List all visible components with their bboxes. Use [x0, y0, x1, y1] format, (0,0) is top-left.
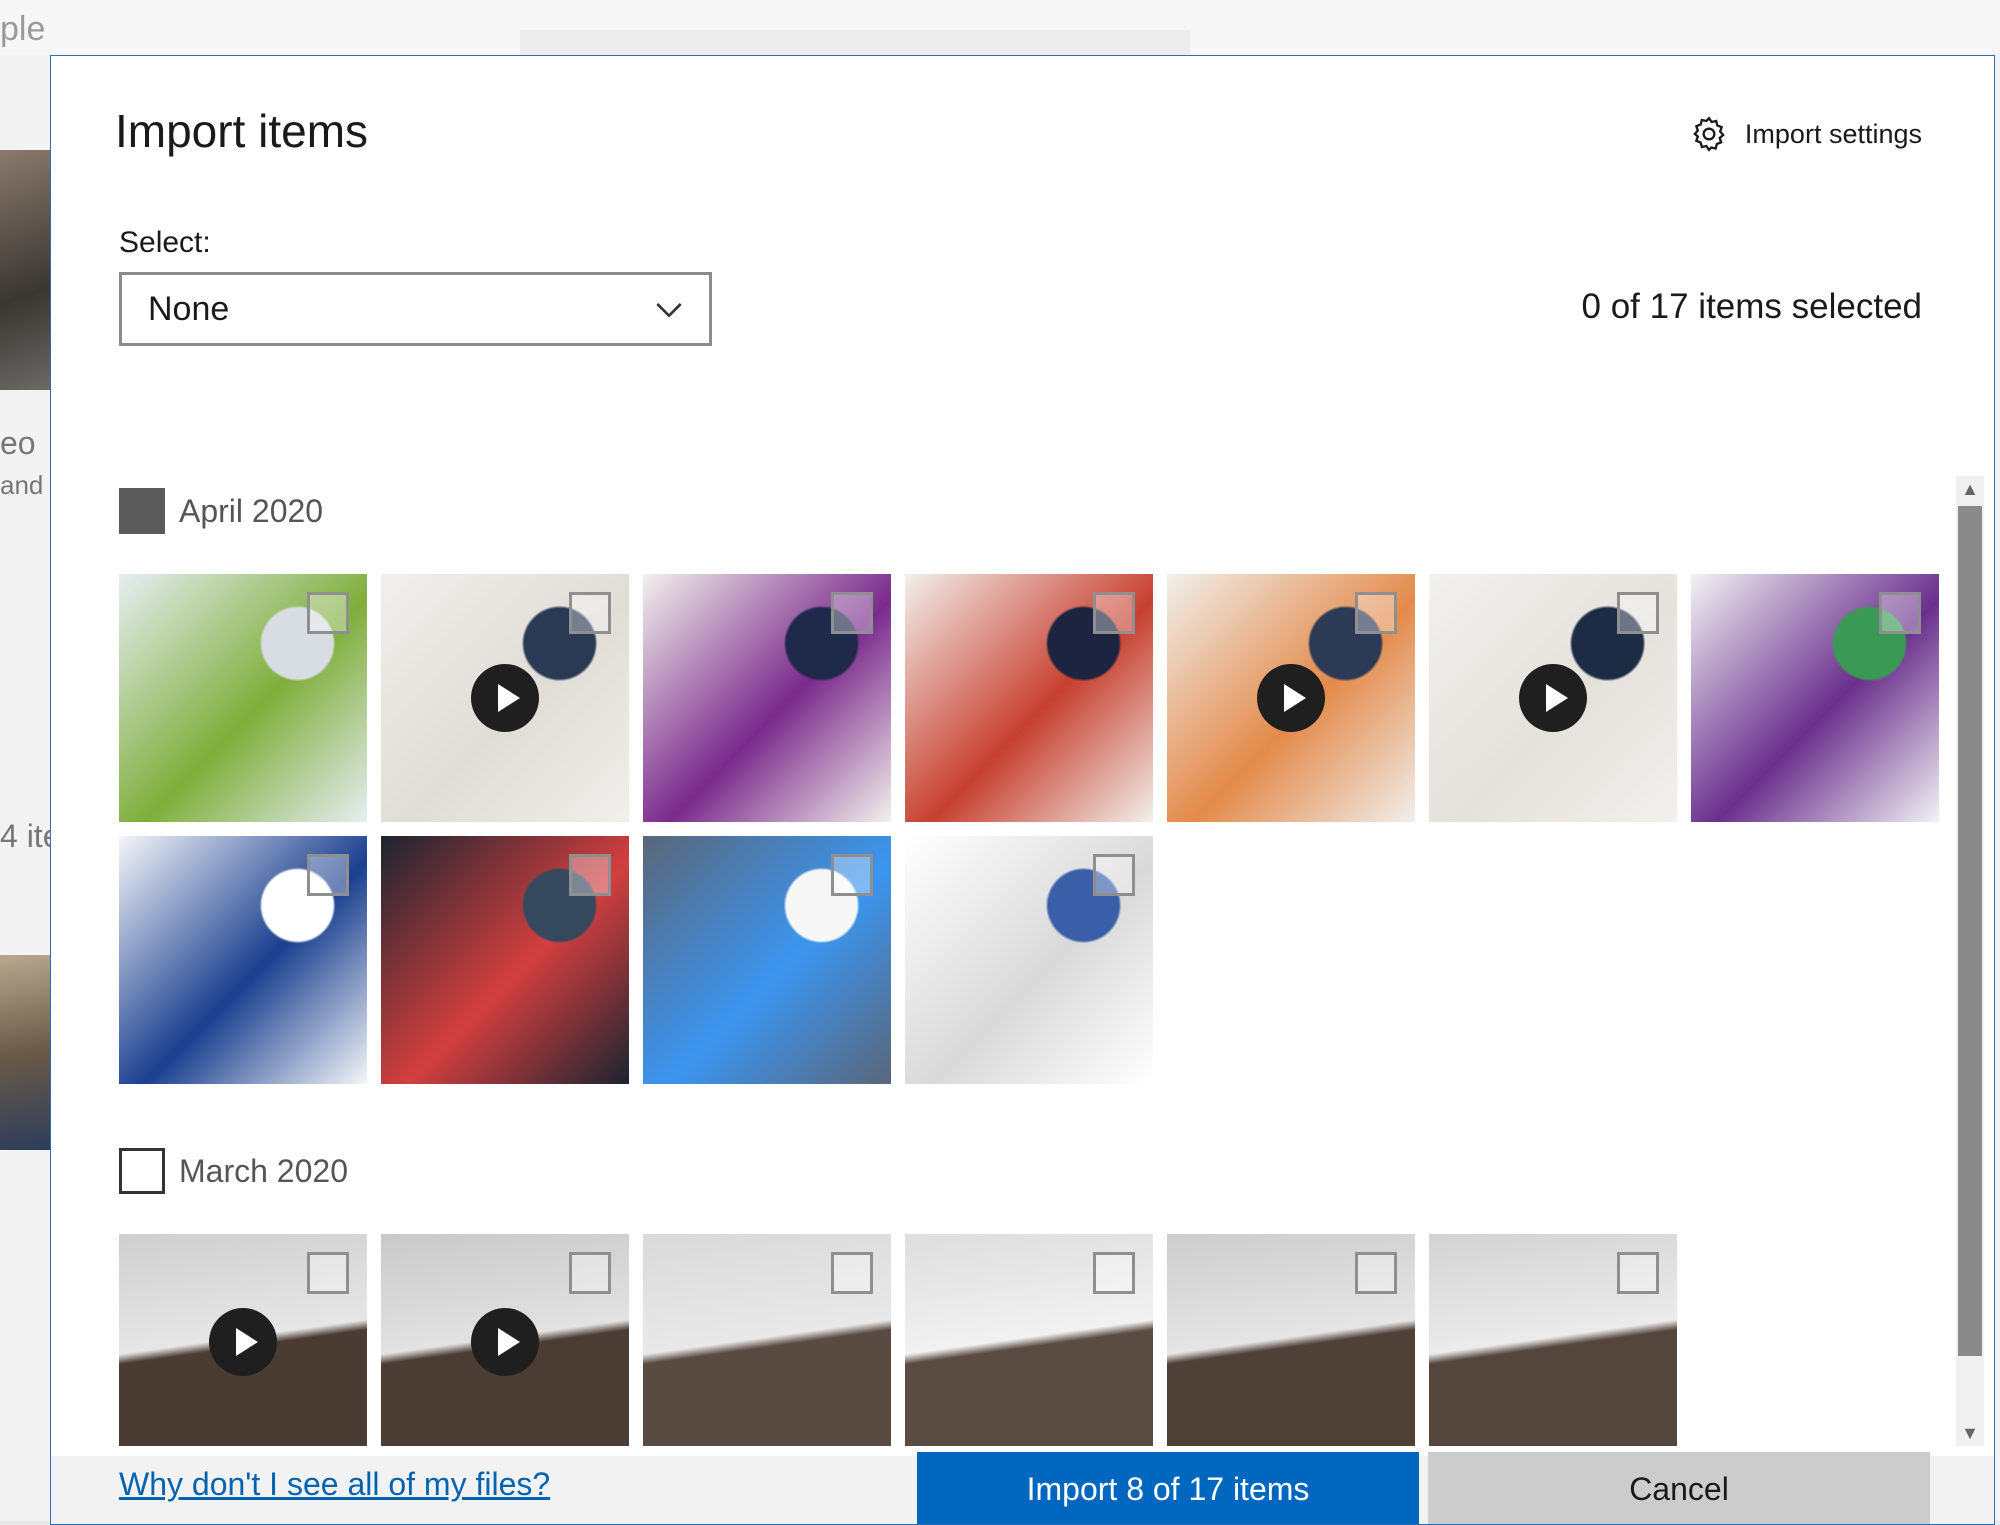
photo-thumbnail[interactable] — [1429, 1234, 1677, 1446]
background-photo — [0, 150, 52, 390]
help-link[interactable]: Why don't I see all of my files? — [119, 1466, 550, 1503]
photo-thumbnail[interactable] — [119, 574, 367, 822]
gear-icon — [1693, 116, 1725, 152]
video-thumbnail[interactable] — [119, 1234, 367, 1446]
group-checkbox-april[interactable] — [119, 488, 165, 534]
thumbnail-checkbox[interactable] — [307, 854, 349, 896]
photo-thumbnail[interactable] — [905, 1234, 1153, 1446]
play-icon — [1519, 664, 1587, 732]
thumbnail-checkbox[interactable] — [831, 592, 873, 634]
thumbnail-checkbox[interactable] — [1093, 854, 1135, 896]
thumbnail-checkbox[interactable] — [831, 854, 873, 896]
thumbnail-scroll-area: April 2020 March 2020 — [51, 416, 1994, 1446]
background-photo — [0, 955, 52, 1150]
photo-thumbnail[interactable] — [119, 836, 367, 1084]
background-text: eo — [0, 425, 36, 461]
thumbnail-checkbox[interactable] — [831, 1252, 873, 1294]
thumbnail-checkbox[interactable] — [1617, 1252, 1659, 1294]
play-icon — [209, 1308, 277, 1376]
photo-thumbnail[interactable] — [643, 836, 891, 1084]
thumbnail-checkbox[interactable] — [307, 1252, 349, 1294]
play-icon — [471, 1308, 539, 1376]
photo-thumbnail[interactable] — [1167, 1234, 1415, 1446]
select-value: None — [148, 289, 230, 328]
thumbnail-checkbox[interactable] — [1355, 1252, 1397, 1294]
thumbnail-checkbox[interactable] — [569, 854, 611, 896]
photo-thumbnail[interactable] — [905, 574, 1153, 822]
select-dropdown[interactable]: None — [119, 272, 712, 346]
cancel-button[interactable]: Cancel — [1428, 1452, 1930, 1524]
select-label: Select: — [119, 226, 211, 259]
thumbnail-checkbox[interactable] — [1617, 592, 1659, 634]
video-thumbnail[interactable] — [1167, 574, 1415, 822]
video-thumbnail[interactable] — [1429, 574, 1677, 822]
chevron-down-icon — [656, 303, 682, 318]
thumbnail-checkbox[interactable] — [1093, 1252, 1135, 1294]
import-settings-button[interactable]: Import settings — [1689, 114, 1922, 154]
thumbnail-checkbox[interactable] — [1093, 592, 1135, 634]
scrollbar-thumb[interactable] — [1958, 506, 1982, 1356]
vertical-scrollbar[interactable]: ▲ ▼ — [1956, 476, 1984, 1446]
thumbnail-checkbox[interactable] — [569, 592, 611, 634]
import-settings-label: Import settings — [1744, 118, 1922, 149]
video-thumbnail[interactable] — [381, 1234, 629, 1446]
scroll-down-icon[interactable]: ▼ — [1956, 1420, 1984, 1446]
photo-thumbnail[interactable] — [1691, 574, 1939, 822]
photo-thumbnail[interactable] — [905, 836, 1153, 1084]
import-dialog: Import items Import settings Select: Non… — [50, 55, 1995, 1525]
import-button[interactable]: Import 8 of 17 items — [917, 1452, 1419, 1524]
background-title: ple — [0, 10, 46, 48]
photo-thumbnail[interactable] — [381, 836, 629, 1084]
thumbnail-checkbox[interactable] — [569, 1252, 611, 1294]
dialog-title: Import items — [115, 105, 369, 157]
thumbnail-checkbox[interactable] — [1879, 592, 1921, 634]
selection-count: 0 of 17 items selected — [1581, 287, 1922, 326]
video-thumbnail[interactable] — [381, 574, 629, 822]
group-label-april: April 2020 — [179, 492, 324, 529]
scroll-up-icon[interactable]: ▲ — [1956, 476, 1984, 502]
thumbnail-checkbox[interactable] — [1355, 592, 1397, 634]
group-checkbox-march[interactable] — [119, 1148, 165, 1194]
photo-thumbnail[interactable] — [643, 574, 891, 822]
thumbnail-checkbox[interactable] — [307, 592, 349, 634]
play-icon — [1257, 664, 1325, 732]
play-icon — [471, 664, 539, 732]
group-header-march: March 2020 — [119, 1148, 348, 1194]
photo-thumbnail[interactable] — [643, 1234, 891, 1446]
group-label-march: March 2020 — [179, 1152, 348, 1189]
group-header-april: April 2020 — [119, 488, 323, 534]
